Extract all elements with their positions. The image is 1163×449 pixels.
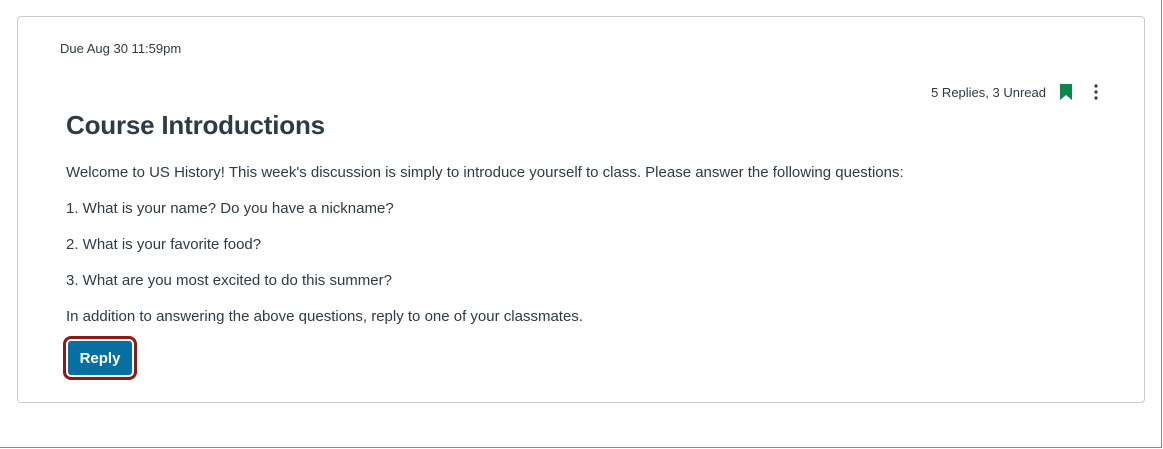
reply-counts: 5 Replies, 3 Unread (931, 84, 1046, 100)
message-question-1: 1. What is your name? Do you have a nick… (66, 200, 394, 217)
message-question-2: 2. What is your favorite food? (66, 236, 262, 253)
bookmark-icon[interactable] (1058, 83, 1074, 101)
message-paragraph-closing: In addition to answering the above quest… (66, 308, 583, 325)
message-paragraph-intro: Welcome to US History! This week's discu… (66, 164, 904, 181)
due-date: Due Aug 30 11:59pm (60, 41, 182, 56)
reply-button[interactable]: Reply (66, 339, 134, 377)
window-frame: Due Aug 30 11:59pm 5 Replies, 3 Unread C… (0, 0, 1162, 448)
message-question-3: 3. What are you most excited to do this … (66, 272, 392, 289)
topic-message: Welcome to US History! This week's discu… (66, 164, 1106, 344)
discussion-topic-card: Due Aug 30 11:59pm 5 Replies, 3 Unread C… (17, 16, 1145, 403)
topic-meta-bar: 5 Replies, 3 Unread (931, 83, 1104, 101)
topic-title: Course Introductions (66, 110, 325, 140)
kebab-menu-icon[interactable] (1088, 83, 1104, 101)
